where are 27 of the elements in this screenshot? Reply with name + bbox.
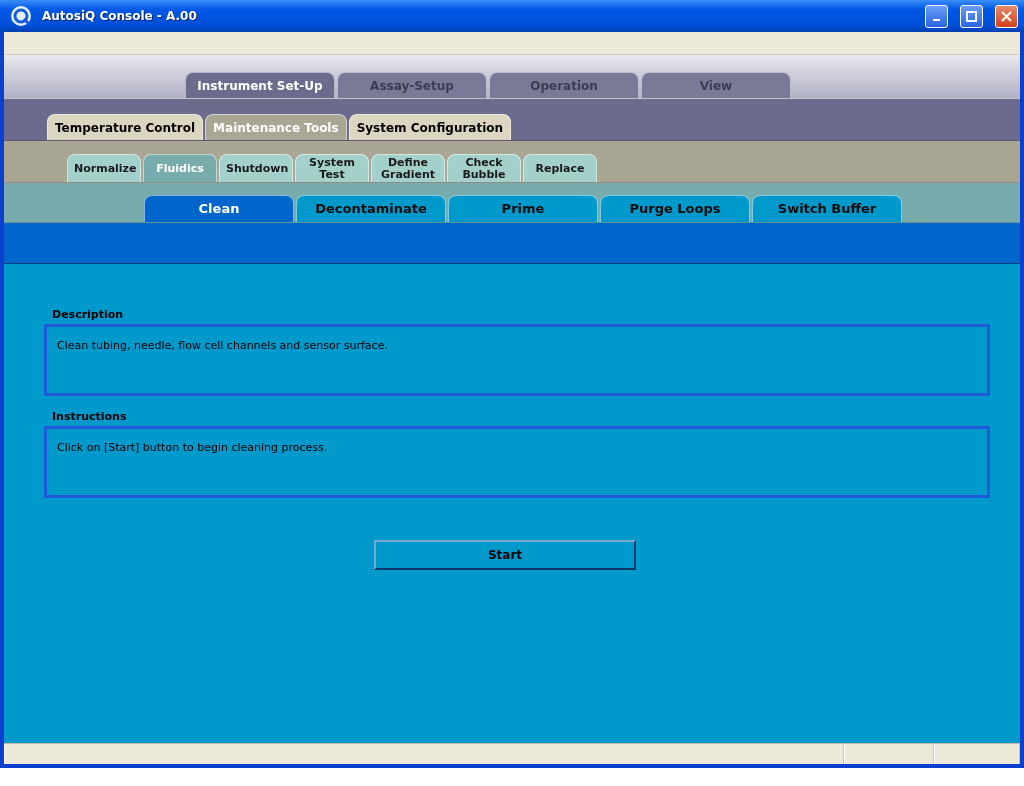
tab[interactable]: Prime <box>448 195 598 222</box>
section-heading: Description <box>52 308 125 321</box>
tab[interactable]: System Test <box>295 154 369 182</box>
tab[interactable]: Define Gradient <box>371 154 445 182</box>
tab[interactable]: Decontaminate <box>296 195 446 222</box>
tab[interactable]: Switch Buffer <box>752 195 902 222</box>
text-panel: Clean tubing, needle, flow cell channels and sensor surface. <box>44 324 990 396</box>
tab[interactable]: Clean <box>144 195 294 222</box>
minimize-button[interactable] <box>925 4 948 28</box>
tab[interactable]: System Configuration <box>348 114 512 140</box>
tab[interactable]: Instrument Set-Up <box>185 72 335 98</box>
tab[interactable]: Normalize <box>67 154 141 182</box>
start-button[interactable]: Start <box>374 540 636 570</box>
tab[interactable]: Replace <box>523 154 597 182</box>
tab[interactable]: Temperature Control <box>47 114 204 140</box>
app-logo-icon <box>10 5 32 27</box>
tab[interactable]: Purge Loops <box>600 195 750 222</box>
minimize-icon <box>933 19 940 21</box>
text-panel: Click on [Start] button to begin cleaning process. <box>44 426 990 498</box>
maximize-icon <box>966 10 977 22</box>
section-heading: Instructions <box>52 410 128 423</box>
close-button[interactable] <box>995 4 1018 28</box>
maximize-button[interactable] <box>960 4 983 28</box>
close-icon <box>1001 10 1012 22</box>
window-title: AutosiQ Console - A.00 <box>42 9 198 23</box>
tab[interactable]: Check Bubble <box>447 154 521 182</box>
tab[interactable]: Shutdown <box>219 154 293 182</box>
